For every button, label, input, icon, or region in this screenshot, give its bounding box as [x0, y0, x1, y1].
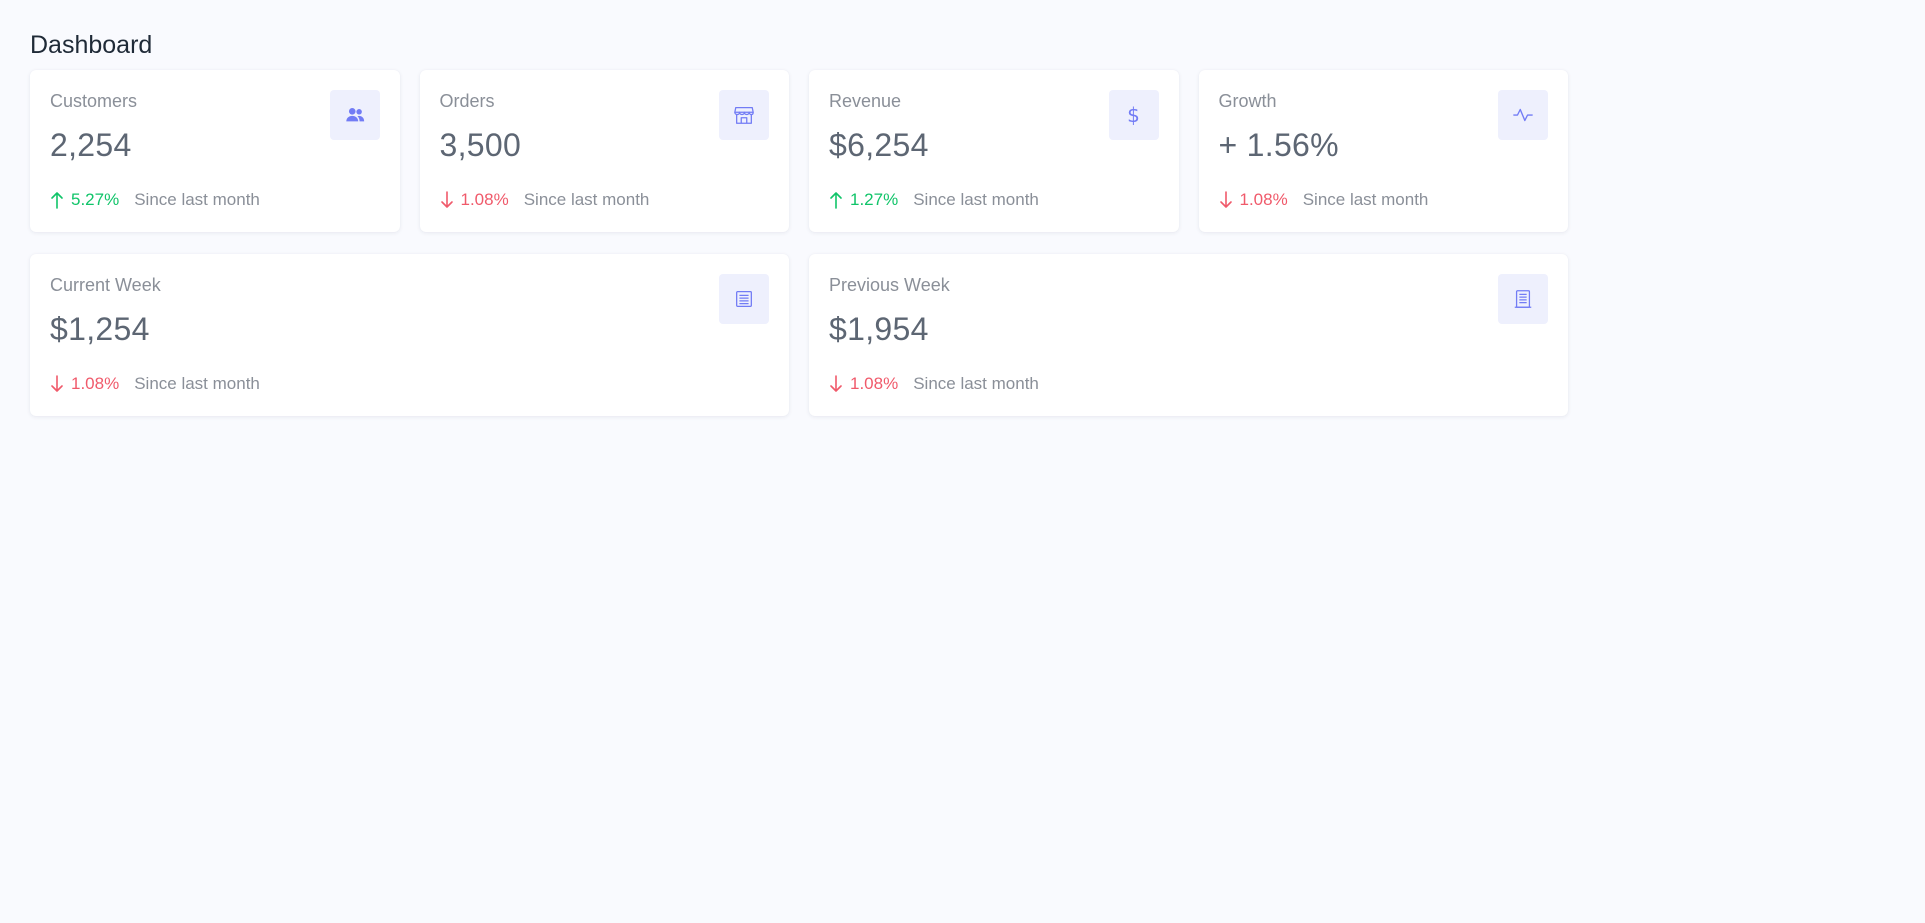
card-icon-box [719, 90, 769, 140]
trend-indicator: 1.08% [1219, 190, 1288, 210]
card-icon-box: $ [1108, 90, 1159, 140]
card-orders: Orders 3,500 1.08% Since last month [419, 70, 789, 232]
card-icon-box [1498, 90, 1548, 140]
card-customers: Customers 2,254 5.27% Since last month [30, 70, 400, 232]
building-icon [1514, 290, 1532, 308]
arrow-down-icon [440, 191, 453, 208]
arrow-down-icon [51, 375, 63, 392]
card-value: $1,954 [829, 311, 929, 347]
card-revenue: Revenue $6,254 1.27% Since last month $ [809, 70, 1179, 232]
trend-value: 1.08% [850, 374, 899, 393]
card-growth: Growth + 1.56% 1.08% Since last month [1198, 70, 1568, 232]
card-footer: 1.27% Since last month [829, 190, 1039, 210]
arrow-down-icon [830, 375, 842, 392]
dashboard-page: Dashboard Customers 2,254 5.27% Since la… [30, 28, 1568, 438]
store-icon [734, 107, 754, 124]
trend-value: 1.08% [71, 374, 120, 393]
trend-indicator: 1.08% [50, 374, 119, 394]
since-label: Since last month [523, 190, 650, 209]
since-label: Since last month [913, 190, 1039, 209]
card-footer: 1.08% Since last month [440, 190, 650, 210]
arrow-up-icon [51, 192, 63, 209]
since-label: Since last month [134, 374, 260, 393]
card-footer: 1.08% Since last month [829, 374, 1039, 394]
card-icon-box [329, 90, 380, 140]
card-footer: 1.08% Since last month [1219, 190, 1429, 210]
stats-row-top: Customers 2,254 5.27% Since last month O… [30, 70, 1568, 232]
trend-indicator: 1.08% [829, 374, 898, 394]
dollar-icon: $ [1127, 103, 1140, 127]
card-previous-week: Previous Week $1,954 1.08% Since last mo… [809, 254, 1568, 416]
since-label: Since last month [913, 374, 1039, 393]
card-footer: 1.08% Since last month [50, 374, 260, 394]
card-value: $1,254 [50, 311, 150, 347]
trend-value: 1.08% [1239, 190, 1288, 209]
since-label: Since last month [1302, 190, 1429, 209]
trend-indicator: 1.27% [829, 190, 898, 210]
card-current-week: Current Week $1,254 1.08% Since last mon… [30, 254, 789, 416]
arrow-down-icon [1219, 191, 1232, 208]
since-label: Since last month [134, 190, 260, 209]
arrow-up-icon [830, 192, 842, 209]
pulse-icon [1513, 108, 1533, 122]
card-label: Current Week [50, 275, 161, 295]
card-label: Previous Week [829, 275, 950, 295]
trend-value: 5.27% [71, 190, 120, 209]
card-icon-box [719, 274, 769, 324]
trend-indicator: 1.08% [440, 190, 509, 210]
document-icon [736, 291, 752, 307]
trend-value: 1.27% [850, 190, 899, 209]
page-title: Dashboard [30, 31, 153, 59]
users-icon [345, 108, 364, 122]
stats-row-bottom: Current Week $1,254 1.08% Since last mon… [30, 254, 1568, 416]
card-icon-box [1498, 274, 1548, 324]
card-footer: 5.27% Since last month [50, 190, 260, 210]
trend-value: 1.08% [460, 190, 509, 209]
trend-indicator: 5.27% [50, 190, 119, 210]
